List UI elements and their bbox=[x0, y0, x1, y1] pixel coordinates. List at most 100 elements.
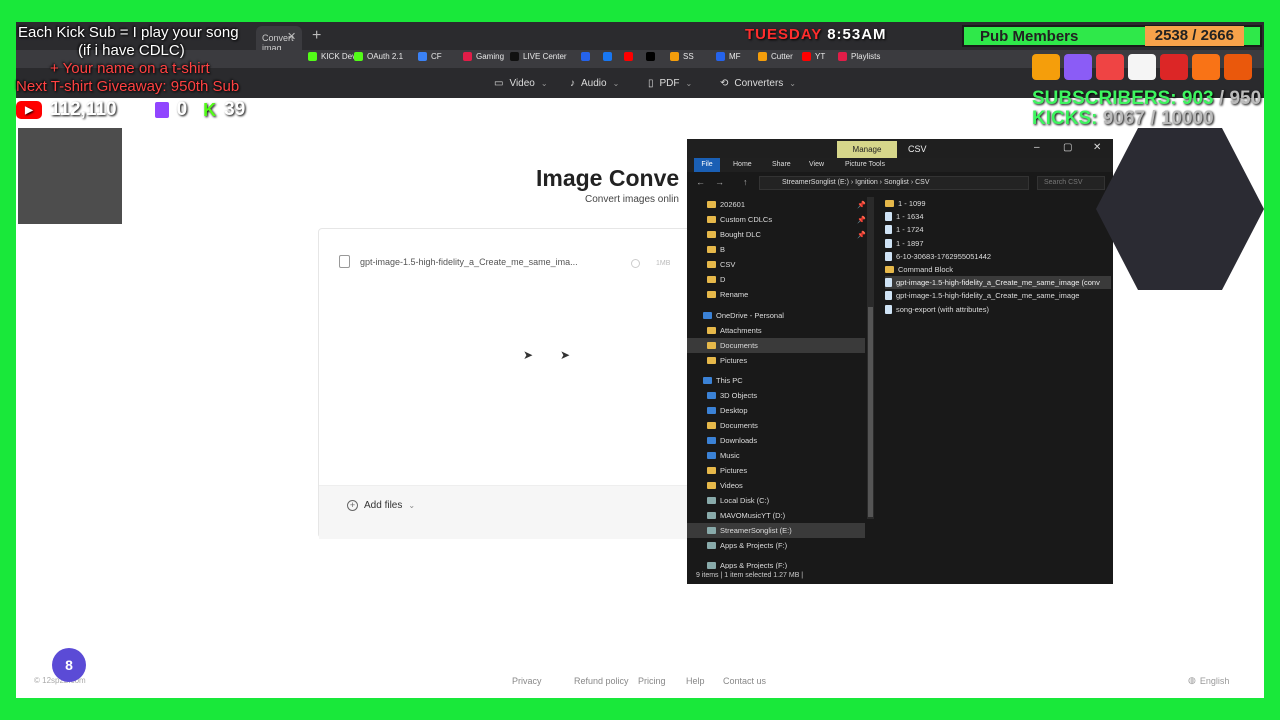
nav-item[interactable]: Apps & Projects (F:) bbox=[687, 558, 865, 569]
nav-item[interactable]: Attachments bbox=[687, 323, 865, 338]
footer-link-contact[interactable]: Contact us bbox=[723, 676, 766, 686]
ribbon-tab-file[interactable]: File bbox=[694, 158, 720, 172]
bookmark-item[interactable] bbox=[603, 52, 612, 61]
nav-item[interactable]: Local Disk (C:) bbox=[687, 493, 865, 508]
up-arrow-icon[interactable]: ↑ bbox=[743, 177, 748, 187]
nav-item[interactable]: 3D Objects bbox=[687, 388, 865, 403]
search-input[interactable]: Search CSV bbox=[1037, 176, 1105, 190]
pub-label: Pub Members bbox=[980, 27, 1079, 45]
file-item[interactable]: gpt-image-1.5-high-fidelity_a_Create_me_… bbox=[885, 276, 1111, 290]
info-icon[interactable] bbox=[631, 259, 640, 268]
file-item[interactable]: 1 - 1634 bbox=[885, 210, 1111, 223]
nav-item[interactable]: Rename bbox=[687, 287, 865, 302]
nav-item[interactable]: This PC bbox=[687, 373, 865, 388]
language-selector[interactable]: ◍ English bbox=[1188, 675, 1229, 686]
file-dropzone[interactable]: gpt-image-1.5-high-fidelity_a_Create_me_… bbox=[318, 228, 698, 539]
nav-item-label: MAVOMusicYT (D:) bbox=[720, 511, 786, 520]
nav-video[interactable]: ▭ Video ⌄ bbox=[494, 78, 548, 89]
address-bar[interactable]: StreamerSonglist (E:) › Ignition › Songl… bbox=[759, 176, 1029, 190]
footer-link-help[interactable]: Help bbox=[686, 676, 705, 686]
scrollbar-thumb[interactable] bbox=[868, 307, 873, 517]
bookmark-item[interactable]: Playlists bbox=[838, 52, 880, 61]
nav-item[interactable]: MAVOMusicYT (D:) bbox=[687, 508, 865, 523]
bookmark-item[interactable]: MF bbox=[716, 52, 741, 61]
bookmark-item[interactable]: SS bbox=[670, 52, 694, 61]
bookmark-item[interactable] bbox=[624, 52, 633, 61]
maximize-icon[interactable]: ▢ bbox=[1063, 142, 1072, 153]
file-item[interactable]: Command Block bbox=[885, 263, 1111, 276]
ribbon-tab-home[interactable]: Home bbox=[733, 161, 752, 168]
nav-item[interactable]: Music bbox=[687, 448, 865, 463]
nav-video-label: Video bbox=[509, 78, 535, 89]
nav-audio[interactable]: ♪ Audio ⌄ bbox=[570, 78, 619, 89]
nav-item[interactable]: Desktop bbox=[687, 403, 865, 418]
bookmark-icon bbox=[581, 52, 590, 61]
nav-item[interactable]: Pictures bbox=[687, 353, 865, 368]
bookmark-item[interactable]: LIVE Center bbox=[510, 52, 567, 61]
file-item[interactable]: 1 - 1724 bbox=[885, 223, 1111, 236]
nav-item-label: Bought DLC bbox=[720, 230, 761, 239]
nav-item[interactable]: D bbox=[687, 272, 865, 287]
nav-converters[interactable]: ⟲ Converters ⌄ bbox=[720, 78, 796, 89]
nav-item-label: Rename bbox=[720, 290, 749, 299]
file-item[interactable]: song-export (with attributes) bbox=[885, 303, 1111, 316]
nav-item[interactable]: Videos bbox=[687, 478, 865, 493]
ribbon-tab-share[interactable]: Share bbox=[772, 161, 791, 168]
file-item[interactable]: 1 - 1897 bbox=[885, 237, 1111, 250]
nav-item[interactable]: B bbox=[687, 242, 865, 257]
file-item[interactable]: 1 - 1099 bbox=[885, 197, 1111, 210]
bookmark-item[interactable]: KICK Dev bbox=[308, 52, 356, 61]
bookmark-item[interactable]: Gaming bbox=[463, 52, 504, 61]
nav-pdf[interactable]: ▯ PDF ⌄ bbox=[648, 78, 692, 89]
bookmark-item[interactable]: OAuth 2.1 bbox=[354, 52, 403, 61]
file-item-label: gpt-image-1.5-high-fidelity_a_Create_me_… bbox=[896, 291, 1080, 301]
file-icon bbox=[885, 251, 892, 261]
path-segment[interactable]: StreamerSonglist (E:) bbox=[782, 179, 849, 186]
nav-item[interactable]: StreamerSonglist (E:) bbox=[687, 523, 865, 538]
minimize-icon[interactable]: – bbox=[1034, 142, 1040, 153]
path-segment[interactable]: CSV bbox=[915, 179, 929, 186]
subscribers-value: 903 bbox=[1181, 88, 1214, 109]
nav-item[interactable]: Apps & Projects (F:) bbox=[687, 538, 865, 553]
chat-widget-icon[interactable]: 8 bbox=[52, 648, 86, 682]
new-tab-icon[interactable]: + bbox=[312, 27, 321, 45]
bookmark-icon bbox=[716, 52, 725, 61]
close-icon[interactable]: ✕ bbox=[1093, 142, 1101, 153]
ribbon-tab-view[interactable]: View bbox=[809, 161, 824, 168]
folder-icon bbox=[707, 246, 716, 253]
refresh-icon: ⟲ bbox=[720, 78, 729, 89]
manage-tab[interactable]: Manage bbox=[837, 141, 897, 158]
nav-item[interactable]: Documents bbox=[687, 338, 865, 353]
kick-sub-line-3: + Your name on a t-shirt bbox=[50, 60, 210, 77]
nav-item[interactable]: Pictures bbox=[687, 463, 865, 478]
nav-item[interactable]: CSV bbox=[687, 257, 865, 272]
footer-link-privacy[interactable]: Privacy bbox=[512, 676, 542, 686]
bookmark-item[interactable]: YT bbox=[802, 52, 825, 61]
ribbon-tab-picture-tools[interactable]: Picture Tools bbox=[845, 161, 885, 168]
nav-scrollbar[interactable] bbox=[867, 197, 874, 519]
file-item[interactable]: 6-10-30683-1762955051442 bbox=[885, 250, 1111, 263]
bookmark-item[interactable] bbox=[646, 52, 655, 61]
close-tab-icon[interactable]: ✕ bbox=[287, 30, 296, 43]
nav-item[interactable]: Custom CDLCs 📌 bbox=[687, 212, 866, 227]
bookmark-item[interactable] bbox=[581, 52, 590, 61]
path-segment[interactable]: Ignition bbox=[855, 179, 878, 186]
back-arrow-icon[interactable]: ← bbox=[696, 177, 705, 187]
path-segment[interactable]: Songlist bbox=[884, 179, 909, 186]
youtube-icon: ▶ bbox=[16, 101, 42, 119]
nav-item[interactable]: Bought DLC 📌 bbox=[687, 227, 866, 242]
bookmark-item[interactable]: CF bbox=[418, 52, 442, 61]
forward-arrow-icon[interactable]: → bbox=[715, 177, 724, 187]
footer-link-refund[interactable]: Refund policy bbox=[574, 676, 629, 686]
file-item[interactable]: gpt-image-1.5-high-fidelity_a_Create_me_… bbox=[885, 289, 1111, 302]
nav-item[interactable]: Documents bbox=[687, 418, 865, 433]
add-files-button[interactable]: + Add files ⌄ bbox=[347, 500, 415, 511]
nav-item[interactable]: 202601 📌 bbox=[687, 197, 866, 212]
footer-link-pricing[interactable]: Pricing bbox=[638, 676, 666, 686]
nav-item[interactable]: Downloads bbox=[687, 433, 865, 448]
kick-count: 39 bbox=[224, 99, 246, 120]
chevron-down-icon: ⌄ bbox=[408, 501, 416, 510]
kicks-goal: KICKS: 9067 / 10000 bbox=[1032, 108, 1214, 130]
bookmark-item[interactable]: Cutter bbox=[758, 52, 793, 61]
nav-item[interactable]: OneDrive - Personal bbox=[687, 308, 865, 323]
